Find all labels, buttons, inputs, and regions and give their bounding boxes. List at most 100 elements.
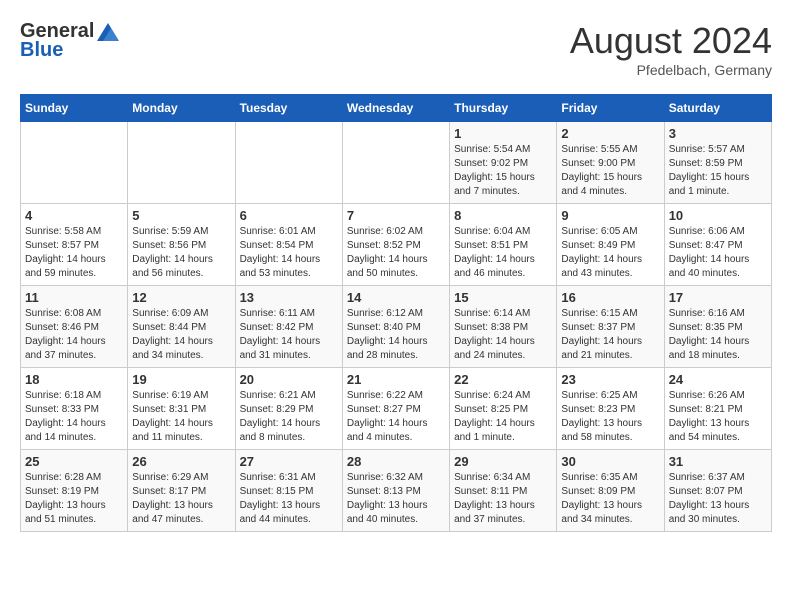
day-info: Sunrise: 6:14 AM Sunset: 8:38 PM Dayligh… (454, 307, 552, 363)
day-number: 31 (669, 454, 767, 469)
day-number: 25 (25, 454, 123, 469)
calendar-cell: 12 Sunrise: 6:09 AM Sunset: 8:44 PM Dayli… (128, 286, 235, 368)
day-number: 11 (25, 290, 123, 305)
day-number: 19 (132, 372, 230, 387)
day-number: 15 (454, 290, 552, 305)
day-info: Sunrise: 5:59 AM Sunset: 8:56 PM Dayligh… (132, 225, 230, 281)
day-info: Sunrise: 6:29 AM Sunset: 8:17 PM Dayligh… (132, 471, 230, 527)
day-header-tuesday: Tuesday (235, 95, 342, 122)
day-number: 23 (561, 372, 659, 387)
calendar-cell: 22Sunrise: 6:24 AM Sunset: 8:25 PM Dayli… (450, 368, 557, 450)
calendar-cell: 18 Sunrise: 6:18 AM Sunset: 8:33 PM Dayli… (21, 368, 128, 450)
day-number: 1 (454, 126, 552, 141)
calendar-cell: 1 Sunrise: 5:54 AM Sunset: 9:02 PM Daylig… (450, 122, 557, 204)
day-info: Sunrise: 6:22 AM Sunset: 8:27 PM Dayligh… (347, 389, 445, 445)
day-number: 26 (132, 454, 230, 469)
day-info: Sunrise: 5:58 AM Sunset: 8:57 PM Dayligh… (25, 225, 123, 281)
calendar-cell: 15 Sunrise: 6:14 AM Sunset: 8:38 PM Dayli… (450, 286, 557, 368)
calendar-cell: 24 Sunrise: 6:26 AM Sunset: 8:21 PM Dayli… (664, 368, 771, 450)
day-info: Sunrise: 6:04 AM Sunset: 8:51 PM Dayligh… (454, 225, 552, 281)
calendar-cell: 9Sunrise: 6:05 AM Sunset: 8:49 PM Daylig… (557, 204, 664, 286)
calendar-cell: 17 Sunrise: 6:16 AM Sunset: 8:35 PM Dayli… (664, 286, 771, 368)
calendar-cell: 31Sunrise: 6:37 AM Sunset: 8:07 PM Dayli… (664, 450, 771, 532)
day-info: Sunrise: 5:54 AM Sunset: 9:02 PM Dayligh… (454, 143, 552, 199)
day-number: 18 (25, 372, 123, 387)
calendar-cell: 16Sunrise: 6:15 AM Sunset: 8:37 PM Dayli… (557, 286, 664, 368)
day-number: 5 (132, 208, 230, 223)
day-info: Sunrise: 6:35 AM Sunset: 8:09 PM Dayligh… (561, 471, 659, 527)
calendar-cell (342, 122, 449, 204)
day-info: Sunrise: 6:26 AM Sunset: 8:21 PM Dayligh… (669, 389, 767, 445)
logo-icon (97, 23, 119, 41)
day-number: 7 (347, 208, 445, 223)
day-info: Sunrise: 6:21 AM Sunset: 8:29 PM Dayligh… (240, 389, 338, 445)
day-number: 4 (25, 208, 123, 223)
day-number: 3 (669, 126, 767, 141)
day-info: Sunrise: 6:18 AM Sunset: 8:33 PM Dayligh… (25, 389, 123, 445)
day-info: Sunrise: 6:31 AM Sunset: 8:15 PM Dayligh… (240, 471, 338, 527)
day-header-saturday: Saturday (664, 95, 771, 122)
day-info: Sunrise: 6:24 AM Sunset: 8:25 PM Dayligh… (454, 389, 552, 445)
day-number: 27 (240, 454, 338, 469)
day-header-sunday: Sunday (21, 95, 128, 122)
calendar-table: SundayMondayTuesdayWednesdayThursdayFrid… (20, 94, 772, 532)
title-area: August 2024 Pfedelbach, Germany (570, 20, 772, 78)
day-info: Sunrise: 6:09 AM Sunset: 8:44 PM Dayligh… (132, 307, 230, 363)
day-number: 10 (669, 208, 767, 223)
page-header: General Blue August 2024 Pfedelbach, Ger… (20, 20, 772, 78)
calendar-cell: 8 Sunrise: 6:04 AM Sunset: 8:51 PM Daylig… (450, 204, 557, 286)
day-info: Sunrise: 6:05 AM Sunset: 8:49 PM Dayligh… (561, 225, 659, 281)
day-number: 17 (669, 290, 767, 305)
calendar-cell: 25 Sunrise: 6:28 AM Sunset: 8:19 PM Dayli… (21, 450, 128, 532)
day-number: 28 (347, 454, 445, 469)
calendar-cell: 26 Sunrise: 6:29 AM Sunset: 8:17 PM Dayli… (128, 450, 235, 532)
day-info: Sunrise: 6:34 AM Sunset: 8:11 PM Dayligh… (454, 471, 552, 527)
calendar-cell: 13 Sunrise: 6:11 AM Sunset: 8:42 PM Dayli… (235, 286, 342, 368)
day-number: 13 (240, 290, 338, 305)
calendar-cell: 23 Sunrise: 6:25 AM Sunset: 8:23 PM Dayli… (557, 368, 664, 450)
day-number: 24 (669, 372, 767, 387)
day-number: 8 (454, 208, 552, 223)
day-info: Sunrise: 6:28 AM Sunset: 8:19 PM Dayligh… (25, 471, 123, 527)
calendar-cell: 28 Sunrise: 6:32 AM Sunset: 8:13 PM Dayli… (342, 450, 449, 532)
day-info: Sunrise: 6:11 AM Sunset: 8:42 PM Dayligh… (240, 307, 338, 363)
calendar-cell: 11Sunrise: 6:08 AM Sunset: 8:46 PM Dayli… (21, 286, 128, 368)
day-number: 16 (561, 290, 659, 305)
calendar-cell: 5 Sunrise: 5:59 AM Sunset: 8:56 PM Daylig… (128, 204, 235, 286)
calendar-week-4: 18 Sunrise: 6:18 AM Sunset: 8:33 PM Dayli… (21, 368, 772, 450)
day-info: Sunrise: 6:19 AM Sunset: 8:31 PM Dayligh… (132, 389, 230, 445)
day-number: 21 (347, 372, 445, 387)
calendar-week-3: 11Sunrise: 6:08 AM Sunset: 8:46 PM Dayli… (21, 286, 772, 368)
calendar-cell: 29Sunrise: 6:34 AM Sunset: 8:11 PM Dayli… (450, 450, 557, 532)
calendar-cell: 7 Sunrise: 6:02 AM Sunset: 8:52 PM Daylig… (342, 204, 449, 286)
calendar-week-5: 25 Sunrise: 6:28 AM Sunset: 8:19 PM Dayli… (21, 450, 772, 532)
day-info: Sunrise: 6:01 AM Sunset: 8:54 PM Dayligh… (240, 225, 338, 281)
calendar-cell (21, 122, 128, 204)
day-info: Sunrise: 6:06 AM Sunset: 8:47 PM Dayligh… (669, 225, 767, 281)
calendar-cell: 2 Sunrise: 5:55 AM Sunset: 9:00 PM Daylig… (557, 122, 664, 204)
calendar-week-2: 4 Sunrise: 5:58 AM Sunset: 8:57 PM Daylig… (21, 204, 772, 286)
day-header-monday: Monday (128, 95, 235, 122)
day-number: 2 (561, 126, 659, 141)
day-number: 12 (132, 290, 230, 305)
location: Pfedelbach, Germany (570, 62, 772, 78)
day-info: Sunrise: 5:57 AM Sunset: 8:59 PM Dayligh… (669, 143, 767, 199)
calendar-cell: 14Sunrise: 6:12 AM Sunset: 8:40 PM Dayli… (342, 286, 449, 368)
calendar-cell: 6 Sunrise: 6:01 AM Sunset: 8:54 PM Daylig… (235, 204, 342, 286)
day-header-wednesday: Wednesday (342, 95, 449, 122)
day-info: Sunrise: 5:55 AM Sunset: 9:00 PM Dayligh… (561, 143, 659, 199)
calendar-cell: 19 Sunrise: 6:19 AM Sunset: 8:31 PM Dayli… (128, 368, 235, 450)
day-number: 6 (240, 208, 338, 223)
calendar-week-1: 1 Sunrise: 5:54 AM Sunset: 9:02 PM Daylig… (21, 122, 772, 204)
day-info: Sunrise: 6:02 AM Sunset: 8:52 PM Dayligh… (347, 225, 445, 281)
day-number: 14 (347, 290, 445, 305)
calendar-cell: 20Sunrise: 6:21 AM Sunset: 8:29 PM Dayli… (235, 368, 342, 450)
day-info: Sunrise: 6:25 AM Sunset: 8:23 PM Dayligh… (561, 389, 659, 445)
day-info: Sunrise: 6:32 AM Sunset: 8:13 PM Dayligh… (347, 471, 445, 527)
day-info: Sunrise: 6:16 AM Sunset: 8:35 PM Dayligh… (669, 307, 767, 363)
calendar-cell (128, 122, 235, 204)
day-header-thursday: Thursday (450, 95, 557, 122)
calendar-header-row: SundayMondayTuesdayWednesdayThursdayFrid… (21, 95, 772, 122)
calendar-cell: 10 Sunrise: 6:06 AM Sunset: 8:47 PM Dayli… (664, 204, 771, 286)
logo: General Blue (20, 20, 120, 62)
